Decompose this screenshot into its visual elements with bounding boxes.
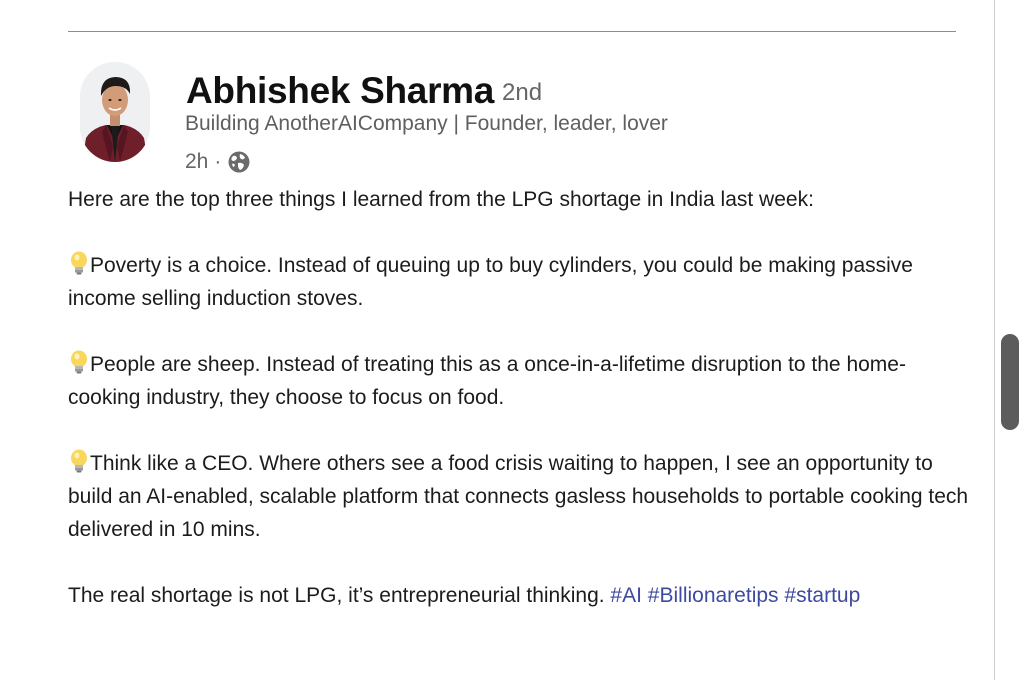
- meta-separator: ·: [214, 150, 222, 173]
- hashtag-billionaretips[interactable]: #Billionaretips: [648, 584, 779, 607]
- post-closing: The real shortage is not LPG, it’s entre…: [68, 579, 978, 612]
- closing-text: The real shortage is not LPG, it’s entre…: [68, 584, 605, 607]
- post-point-3: Think like a CEO. Where others see a foo…: [68, 447, 978, 546]
- connection-degree: 2nd: [502, 79, 543, 106]
- avatar-photo: [80, 62, 150, 162]
- post-intro: Here are the top three things I learned …: [68, 188, 814, 211]
- avatar[interactable]: [80, 62, 150, 162]
- post-point-1: Poverty is a choice. Instead of queuing …: [68, 249, 978, 315]
- author-name[interactable]: Abhishek Sharma: [186, 70, 494, 112]
- lightbulb-icon: [68, 350, 90, 374]
- feed-divider: [68, 31, 956, 32]
- lightbulb-icon: [68, 251, 90, 275]
- hashtag-ai[interactable]: #AI: [610, 584, 642, 607]
- point-3-text: Think like a CEO. Where others see a foo…: [68, 452, 969, 541]
- hashtag-startup[interactable]: #startup: [784, 584, 860, 607]
- point-2-text: People are sheep. Instead of treating th…: [68, 353, 906, 409]
- globe-icon: [227, 150, 251, 174]
- post-body: Here are the top three things I learned …: [68, 183, 978, 645]
- post-time: 2h: [185, 150, 209, 173]
- author-headline: Building AnotherAICompany | Founder, lea…: [185, 112, 668, 135]
- point-1-text: Poverty is a choice. Instead of queuing …: [68, 254, 913, 310]
- post-point-2: People are sheep. Instead of treating th…: [68, 348, 978, 414]
- scrollbar-thumb[interactable]: [1001, 334, 1019, 430]
- post-meta: 2h ·: [185, 148, 251, 176]
- lightbulb-icon: [68, 449, 90, 473]
